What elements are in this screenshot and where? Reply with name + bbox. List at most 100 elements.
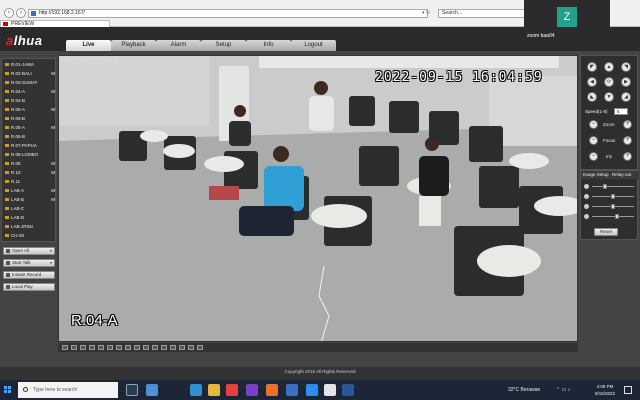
- back-arrow-icon[interactable]: ‹: [4, 8, 14, 18]
- windows-start-icon[interactable]: [4, 386, 12, 394]
- channel-item[interactable]: R.06-B: [2, 133, 55, 140]
- ptz-right-icon[interactable]: ▶: [621, 77, 631, 87]
- ptz-down-icon[interactable]: ▼: [604, 92, 614, 102]
- contrast-slider[interactable]: [584, 194, 636, 200]
- zoom-participant-tile[interactable]: Z zoom baa04: [524, 0, 610, 44]
- saturation-slider[interactable]: [584, 204, 636, 210]
- layout-1-icon[interactable]: [62, 345, 68, 350]
- channel-item[interactable]: LAB-D: [2, 214, 55, 221]
- internet-explorer-icon[interactable]: [286, 384, 298, 396]
- layout-4-icon[interactable]: [71, 345, 77, 350]
- tab-info[interactable]: Info: [246, 40, 291, 51]
- app-icon[interactable]: [246, 384, 258, 396]
- tab-relay-out[interactable]: Relay-out: [612, 172, 631, 177]
- slider-knob[interactable]: [614, 214, 619, 219]
- ptz-up-icon[interactable]: ▲: [604, 62, 614, 72]
- instant-record-button[interactable]: Instant Record: [3, 271, 55, 279]
- snapshot-icon[interactable]: [116, 345, 122, 350]
- refresh-icon[interactable]: [188, 345, 194, 350]
- zoom-icon[interactable]: [134, 345, 140, 350]
- widgets-icon[interactable]: [146, 384, 158, 396]
- local-play-button[interactable]: Local Play: [3, 283, 55, 291]
- channel-item[interactable]: R.08-LOMBO: [2, 151, 55, 158]
- focus-in-icon[interactable]: +: [623, 136, 632, 145]
- ptz-down-right-icon[interactable]: ◢: [621, 92, 631, 102]
- slider-knob[interactable]: [603, 184, 608, 189]
- channel-item[interactable]: LAB-B M: [2, 196, 55, 203]
- tab-alarm[interactable]: Alarm: [156, 40, 201, 51]
- quality-icon[interactable]: [152, 345, 158, 350]
- ratio-icon[interactable]: [197, 345, 203, 350]
- slider-knob[interactable]: [611, 204, 615, 209]
- hue-slider[interactable]: [584, 214, 636, 220]
- firefox-icon[interactable]: [266, 384, 278, 396]
- browser-tab[interactable]: PREVIEW: [0, 20, 110, 27]
- channel-item[interactable]: R.01-JAWA: [2, 61, 55, 68]
- edge-icon[interactable]: [190, 384, 202, 396]
- channel-item[interactable]: R.03-SUMAT: [2, 79, 55, 86]
- channel-item[interactable]: R.11: [2, 178, 55, 185]
- ptz-up-left-icon[interactable]: ◤: [587, 62, 597, 72]
- start-talk-button[interactable]: Start Talk ▾: [3, 259, 55, 267]
- ptz-left-icon[interactable]: ◀: [587, 77, 597, 87]
- channel-item[interactable]: LAB-C: [2, 205, 55, 212]
- live-video-view[interactable]: 192.168.2.167 h 737Kbps M 2022-09-15 16:…: [58, 55, 578, 342]
- channel-item[interactable]: R.04-B: [2, 97, 55, 104]
- system-tray-icons[interactable]: ⌃ ▭ ♪: [556, 387, 570, 393]
- record-toggle-icon[interactable]: [125, 345, 131, 350]
- refresh-icon[interactable]: ▾ ↻: [422, 10, 436, 18]
- speed-select[interactable]: 5: [614, 108, 628, 115]
- notification-icon[interactable]: [624, 386, 632, 394]
- focus-out-icon[interactable]: −: [589, 136, 598, 145]
- channel-item[interactable]: R.10 M: [2, 169, 55, 176]
- chevron-down-icon[interactable]: ▾: [50, 248, 52, 254]
- app-icon[interactable]: [226, 384, 238, 396]
- channel-item[interactable]: R.07-PAPUA: [2, 142, 55, 149]
- file-explorer-icon[interactable]: [208, 384, 220, 396]
- zoom-in-icon[interactable]: +: [623, 120, 632, 129]
- iris-out-icon[interactable]: −: [589, 152, 598, 161]
- chrome-icon[interactable]: [324, 384, 336, 396]
- settings-icon[interactable]: [170, 345, 176, 350]
- channel-item[interactable]: R.05-A M: [2, 106, 55, 113]
- tab-playback[interactable]: Playback: [111, 40, 156, 51]
- zoom-icon[interactable]: [306, 384, 318, 396]
- tab-image-setup[interactable]: Image Setup: [583, 172, 609, 177]
- close-all-icon[interactable]: [179, 345, 185, 350]
- channel-item[interactable]: CH-20: [2, 232, 55, 239]
- channel-item[interactable]: R.06-A M: [2, 124, 55, 131]
- weather-widget[interactable]: 32°C Berawan: [508, 387, 540, 393]
- browser-search-input[interactable]: Search...: [438, 9, 528, 18]
- stream-icon[interactable]: [161, 345, 167, 350]
- ptz-up-right-icon[interactable]: ◥: [621, 62, 631, 72]
- tab-live[interactable]: Live: [66, 40, 111, 51]
- word-icon[interactable]: [342, 384, 354, 396]
- url-bar[interactable]: http://192.168.2.167/: [28, 9, 428, 18]
- tab-setup[interactable]: Setup: [201, 40, 246, 51]
- task-view-icon[interactable]: [126, 384, 138, 396]
- layout-custom-icon[interactable]: [98, 345, 104, 350]
- layout-16-icon[interactable]: [89, 345, 95, 350]
- channel-item[interactable]: R.02-BALI M: [2, 70, 55, 77]
- tab-logout[interactable]: Logout: [291, 40, 336, 51]
- channel-item[interactable]: LAB-JRSN: [2, 223, 55, 230]
- iris-in-icon[interactable]: +: [623, 152, 632, 161]
- taskbar-search-input[interactable]: Type here to search: [18, 382, 118, 398]
- channel-item[interactable]: LAB-A M: [2, 187, 55, 194]
- slider-knob[interactable]: [611, 194, 615, 199]
- ptz-center-icon[interactable]: ⟳: [604, 77, 614, 87]
- forward-arrow-icon[interactable]: ›: [16, 8, 26, 18]
- reset-button[interactable]: Reset: [594, 228, 618, 236]
- zoom-out-icon[interactable]: −: [589, 120, 598, 129]
- fullscreen-icon[interactable]: [107, 345, 113, 350]
- audio-icon[interactable]: [143, 345, 149, 350]
- channel-item[interactable]: R.04-A M: [2, 88, 55, 95]
- clock[interactable]: 4:08 PM 9/15/2022: [591, 383, 619, 397]
- open-all-button[interactable]: Open All ▾: [3, 247, 55, 255]
- chevron-down-icon[interactable]: ▾: [50, 260, 52, 266]
- channel-item[interactable]: R.05-B: [2, 115, 55, 122]
- brightness-slider[interactable]: [584, 184, 636, 190]
- channel-item[interactable]: R.09 M: [2, 160, 55, 167]
- layout-9-icon[interactable]: [80, 345, 86, 350]
- ptz-down-left-icon[interactable]: ◣: [587, 92, 597, 102]
